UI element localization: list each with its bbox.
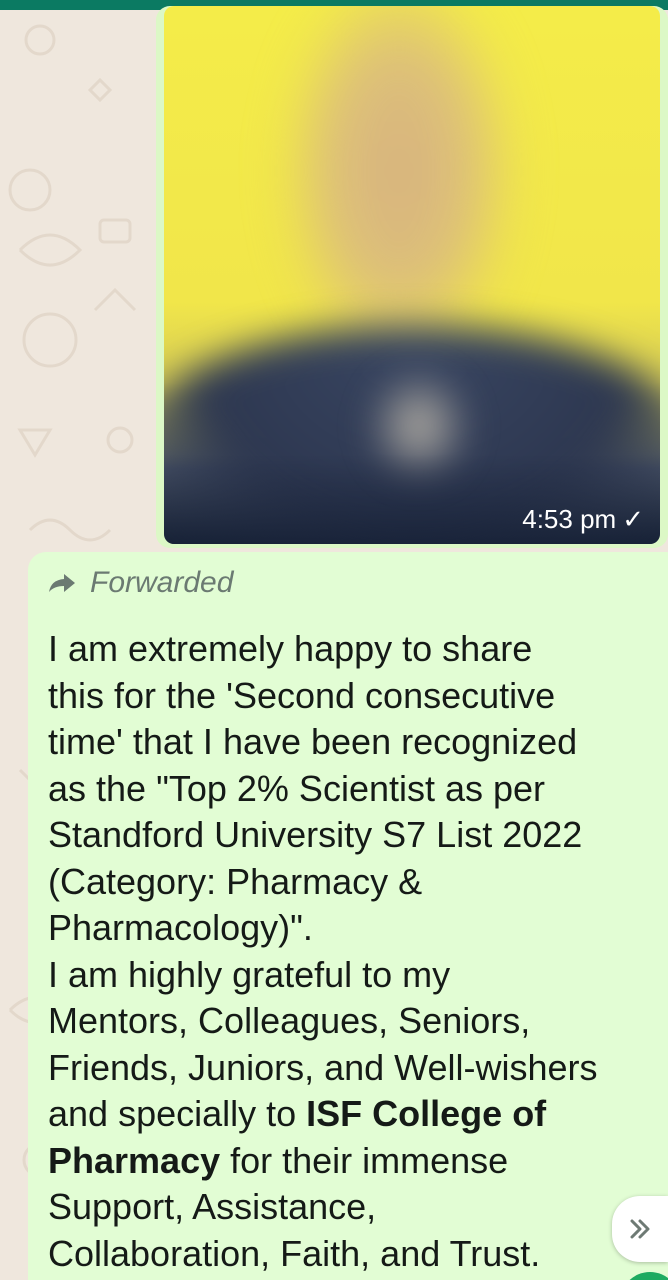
photo-face-blur xyxy=(284,6,514,366)
message-line: Collaboration, Faith, and Trust. xyxy=(48,1232,541,1274)
image-message-bubble[interactable]: 4:53 pm ✓ xyxy=(156,6,668,548)
forward-arrow-icon xyxy=(49,574,75,592)
message-text: I am extremely happy to share this for t… xyxy=(48,626,652,1277)
message-line: (Category: Pharmacy & xyxy=(48,860,423,902)
message-line: this for the 'Second consecutive xyxy=(48,674,556,716)
text-message-bubble[interactable]: Forwarded I am extremely happy to share … xyxy=(28,552,668,1280)
message-line: Mentors, Colleagues, Seniors, xyxy=(48,1000,531,1041)
message-line: time' that I have been recognized xyxy=(48,721,578,762)
scroll-to-bottom-button[interactable] xyxy=(612,1196,668,1262)
message-bold-text: ISF College of xyxy=(306,1093,547,1134)
message-line: Standford University S7 List 2022 xyxy=(48,814,583,855)
chat-screen: 4:53 pm ✓ Forwarded I am extremely happy… xyxy=(0,0,668,1280)
message-text-span: and specially to xyxy=(48,1093,307,1134)
message-line: and specially to ISF College of xyxy=(48,1091,652,1138)
message-bold-text: Pharmacy xyxy=(48,1139,221,1181)
image-message-timestamp: 4:53 pm xyxy=(522,504,617,534)
message-line: I am extremely happy to share xyxy=(48,628,533,669)
double-chevron-down-icon xyxy=(630,1219,650,1239)
forwarded-indicator: Forwarded xyxy=(48,566,233,600)
message-line: I am highly grateful to my xyxy=(48,953,451,995)
message-line: Support, Assistance, xyxy=(48,1186,377,1227)
forwarded-label: Forwarded xyxy=(90,566,234,599)
blurred-photo[interactable] xyxy=(164,6,660,544)
image-message-meta: 4:53 pm ✓ xyxy=(522,504,644,535)
check-icon: ✓ xyxy=(622,504,644,534)
message-line: Pharmacy for their immense xyxy=(48,1138,652,1185)
message-line: Pharmacology)". xyxy=(48,907,313,948)
message-line: as the "Top 2% Scientist as per xyxy=(48,767,546,809)
message-text-span: for their immense xyxy=(220,1139,509,1181)
message-line: Friends, Juniors, and Well-wishers xyxy=(48,1046,598,1088)
